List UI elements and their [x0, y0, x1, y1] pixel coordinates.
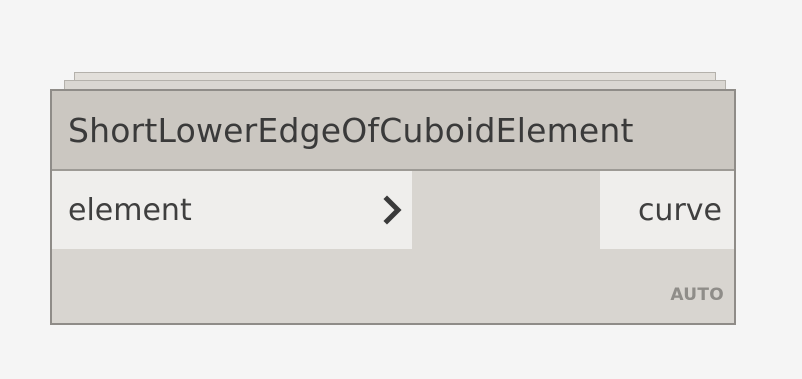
chevron-right-icon	[383, 195, 402, 225]
lacing-indicator: AUTO	[670, 285, 724, 305]
input-port-element[interactable]: element	[52, 171, 412, 249]
node-ports: element curve	[52, 171, 734, 249]
output-port-curve[interactable]: curve	[600, 171, 734, 249]
node-header[interactable]: ShortLowerEdgeOfCuboidElement	[52, 91, 734, 171]
node-title: ShortLowerEdgeOfCuboidElement	[68, 110, 634, 150]
workspace-canvas[interactable]: ShortLowerEdgeOfCuboidElement element cu…	[0, 0, 802, 379]
output-port-label: curve	[637, 192, 722, 228]
code-block-node[interactable]: ShortLowerEdgeOfCuboidElement element cu…	[50, 89, 736, 325]
input-port-label: element	[68, 192, 192, 228]
